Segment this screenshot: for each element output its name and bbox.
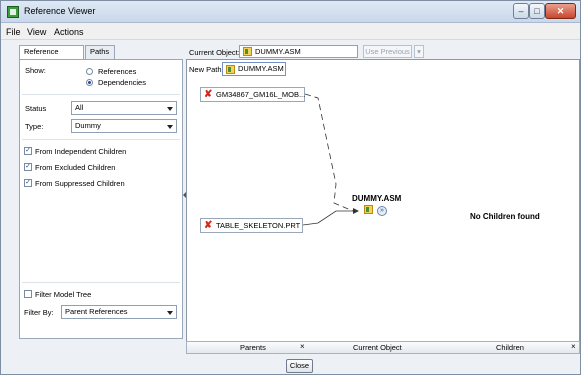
menu-view[interactable]: View: [27, 27, 46, 37]
filter-by-select[interactable]: Parent References: [61, 305, 177, 319]
current-object-column-header: Current Object: [353, 343, 402, 352]
independent-children-label: From Independent Children: [35, 147, 127, 156]
filters-panel: Show: References Dependencies Status All…: [19, 59, 183, 339]
assembly-icon: [226, 65, 235, 74]
menu-file[interactable]: File: [6, 27, 21, 37]
close-parents-icon[interactable]: ×: [300, 342, 305, 351]
show-label: Show:: [25, 66, 46, 75]
minimize-button[interactable]: –: [513, 3, 529, 19]
filter-by-select-value: Parent References: [65, 307, 128, 316]
error-x-icon: ✘: [204, 220, 213, 231]
chevron-down-icon: [167, 125, 173, 129]
current-object-node-label: DUMMY.ASM: [352, 194, 402, 203]
current-object-label: Current Object:: [189, 48, 240, 57]
menu-bar: File View Actions: [1, 24, 580, 40]
tab-reference-filters[interactable]: Reference Filters: [19, 45, 84, 68]
filter-model-tree-label: Filter Model Tree: [35, 290, 92, 299]
use-previous-button[interactable]: Use Previous: [363, 45, 412, 58]
dependencies-radio-label: Dependencies: [98, 78, 146, 87]
children-column-header: Children: [496, 343, 524, 352]
parent-node-label: TABLE_SKELETON.PRT: [216, 221, 301, 230]
filter-model-tree-checkbox[interactable]: [24, 290, 32, 298]
assembly-icon: [243, 47, 252, 56]
chevron-down-icon: [167, 107, 173, 111]
parent-node[interactable]: ✘ GM34867_GM16L_MOB...: [200, 87, 305, 102]
expand-chevron-icon[interactable]: »: [377, 206, 387, 216]
close-window-button[interactable]: ✕: [545, 3, 576, 19]
maximize-button[interactable]: □: [529, 3, 545, 19]
status-select-value: All: [75, 103, 84, 112]
app-icon: [7, 6, 19, 18]
column-header-bar: Parents × Current Object Children ×: [186, 341, 580, 354]
parents-column-header: Parents: [240, 343, 266, 352]
type-select[interactable]: Dummy: [71, 119, 177, 133]
use-previous-dropdown[interactable]: ▾: [414, 45, 424, 58]
assembly-icon[interactable]: [364, 205, 373, 214]
current-object-field[interactable]: DUMMY.ASM: [239, 45, 358, 58]
menu-actions[interactable]: Actions: [54, 27, 84, 37]
tab-paths[interactable]: Paths: [85, 45, 115, 59]
excluded-children-label: From Excluded Children: [35, 163, 116, 172]
window-title: Reference Viewer: [24, 6, 96, 16]
status-label: Status: [25, 104, 47, 113]
filter-by-label: Filter By:: [24, 308, 54, 317]
separator: [22, 282, 180, 283]
parent-node[interactable]: ✘ TABLE_SKELETON.PRT: [200, 218, 303, 233]
suppressed-children-label: From Suppressed Children: [35, 179, 125, 188]
error-x-icon: ✘: [204, 89, 213, 100]
references-radio[interactable]: [86, 68, 93, 75]
close-children-icon[interactable]: ×: [571, 342, 576, 351]
reference-viewer-window: Reference Viewer – □ ✕ File View Actions…: [0, 0, 581, 375]
current-object-value: DUMMY.ASM: [255, 47, 301, 56]
type-label: Type:: [25, 122, 44, 131]
close-button[interactable]: Close: [286, 359, 313, 373]
title-bar: Reference Viewer – □ ✕: [1, 1, 580, 23]
parent-node-label: GM34867_GM16L_MOB...: [216, 90, 306, 99]
suppressed-children-checkbox[interactable]: ✓: [24, 179, 32, 187]
references-radio-label: References: [98, 67, 137, 76]
independent-children-checkbox[interactable]: ✓: [24, 147, 32, 155]
new-path-value: DUMMY.ASM: [238, 64, 284, 73]
status-select[interactable]: All: [71, 101, 177, 115]
separator: [22, 139, 180, 140]
new-path-field[interactable]: DUMMY.ASM: [222, 62, 286, 76]
chevron-down-icon: [167, 311, 173, 315]
dependencies-radio[interactable]: [86, 79, 93, 86]
excluded-children-checkbox[interactable]: ✓: [24, 163, 32, 171]
no-children-message: No Children found: [470, 212, 540, 221]
new-path-label: New Path:: [189, 65, 224, 74]
separator: [22, 94, 180, 95]
type-select-value: Dummy: [75, 121, 101, 130]
